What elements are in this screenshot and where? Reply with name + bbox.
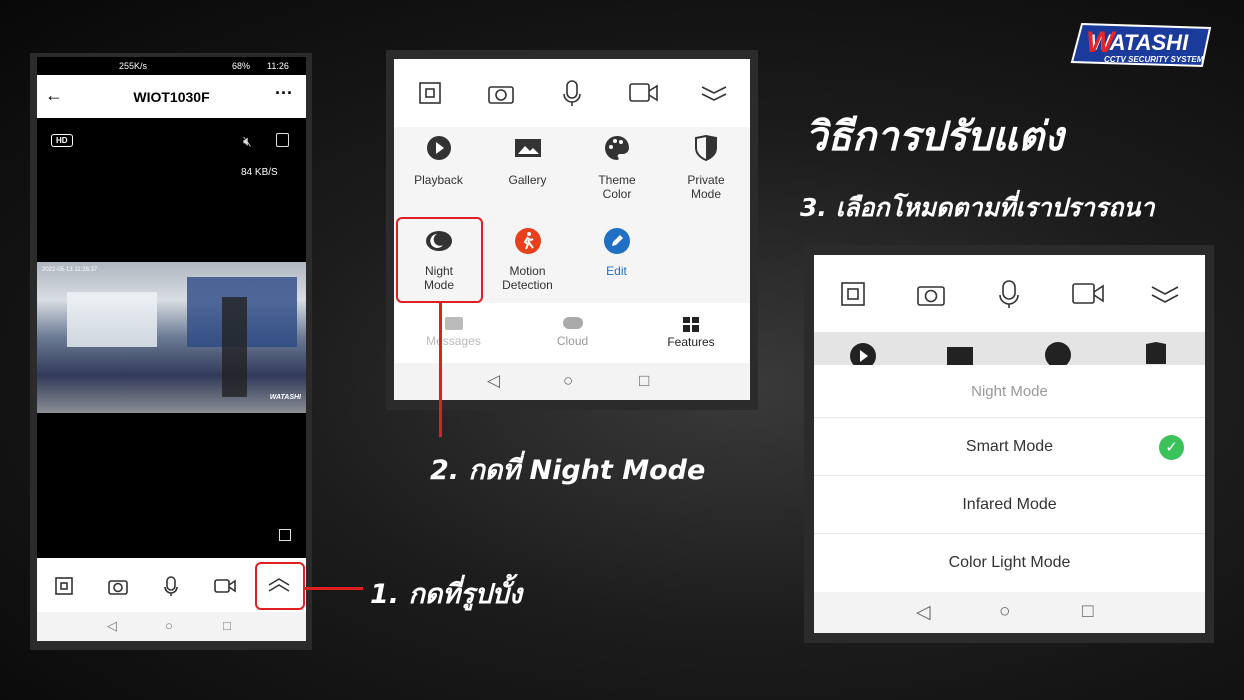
shield-icon [1146,342,1166,364]
night-mode-sheet-title: Night Mode [814,365,1205,418]
pencil-icon [603,228,630,254]
cloud-icon [562,317,583,329]
tab-cloud[interactable]: Cloud [513,317,632,348]
camera-icon[interactable] [916,281,946,307]
step3-caption: 3. เลือกโหมดตามที่เราปรารถนา [800,193,1155,222]
chevron-down-icon[interactable] [700,83,728,103]
image-icon [947,347,973,365]
nav-back-icon[interactable]: ◁ [916,601,931,624]
screenshot-icon[interactable] [279,529,291,541]
pointer-line-step2 [439,303,442,437]
menu-playback[interactable]: Playback [394,135,483,187]
network-speed: 255K/s [119,61,148,71]
status-bar: 255K/s 68% 11:26 [37,57,306,75]
layout-icon[interactable] [276,133,289,147]
video-record-icon[interactable] [1071,281,1105,307]
nav-home-icon[interactable]: ○ [563,371,573,391]
option-color-light-mode[interactable]: Color Light Mode [814,534,1205,592]
nav-back-icon[interactable]: ◁ [107,618,117,634]
microphone-icon[interactable] [163,575,179,597]
feature-toolbar [394,59,750,127]
play-icon [426,136,451,160]
bitrate-readout: 84 KB/S [241,167,278,178]
watashi-logo: WATASHI W CCTV SECURITY SYSTEM [1070,22,1215,68]
nav-back-icon[interactable]: ◁ [487,371,500,391]
pointer-line-step1 [305,587,363,590]
night-mode-screen: Night Mode Smart Mode ✓ Infared Mode Col… [814,255,1205,633]
nav-home-icon[interactable]: ○ [165,618,173,633]
feature-toolbar [814,255,1205,332]
android-nav-bar: ◁ ○ □ [394,363,750,400]
video-record-icon[interactable] [628,81,660,105]
nav-home-icon[interactable]: ○ [999,601,1010,623]
bottom-tabs: Messages Cloud Features [394,303,750,363]
option-infared-mode[interactable]: Infared Mode [814,476,1205,534]
video-watermark: WATASHI [269,394,301,401]
envelope-icon [444,317,463,330]
grid-icon [683,317,699,332]
svg-text:CCTV SECURITY SYSTEM: CCTV SECURITY SYSTEM [1104,55,1204,64]
phone-screen: 255K/s 68% 11:26 ← WIOT1030F ··· HD 🔇︎ 8… [37,57,306,641]
scan-icon[interactable] [418,81,442,105]
highlight-night-mode [396,217,483,303]
chevron-down-icon[interactable] [1150,283,1180,305]
page-title: วิธีการปรับแต่ง [805,114,1064,160]
menu-label: Playback [414,173,463,187]
image-icon [514,139,541,157]
android-nav-bar: ◁ ○ □ [814,592,1205,633]
camera-feed: 2022-05-13 11:26:37 WATASHI [37,262,306,413]
camera-icon[interactable] [487,81,515,105]
dimmed-menu-icons [814,332,1205,365]
nav-recents-icon[interactable]: □ [1082,601,1093,623]
option-smart-mode[interactable]: Smart Mode ✓ [814,418,1205,476]
tab-messages[interactable]: Messages [394,317,513,348]
step1-caption: 1. กดที่รูปบั้ง [370,579,523,610]
battery-level: 68% [232,61,251,71]
menu-theme-color[interactable]: Theme Color [572,135,661,201]
palette-icon [604,136,629,160]
app-header: ← WIOT1030F ··· [37,75,306,118]
step2-caption: 2. กดที่ Night Mode [430,455,706,486]
option-label: Infared Mode [962,496,1057,513]
scan-icon[interactable] [54,576,74,596]
play-icon [850,343,876,365]
walking-icon [514,228,541,254]
device-title: WIOT1030F [133,89,210,105]
microphone-icon[interactable] [998,279,1020,309]
shield-icon [694,135,717,161]
option-label: Color Light Mode [948,554,1071,571]
microphone-icon[interactable] [562,79,582,107]
camera-icon[interactable] [107,576,129,596]
menu-motion-detection[interactable]: Motion Detection [483,228,572,292]
menu-gallery[interactable]: Gallery [483,135,572,187]
menu-label: Theme Color [598,173,636,201]
clock: 11:26 [267,61,289,71]
nav-recents-icon[interactable]: □ [223,618,231,633]
menu-label: Private Mode [687,173,725,201]
nav-recents-icon[interactable]: □ [639,371,649,391]
menu-private-mode[interactable]: Private Mode [661,135,750,201]
option-label: Smart Mode [965,438,1054,455]
highlight-expand-button [255,562,305,610]
video-timestamp: 2022-05-13 11:26:37 [42,267,98,273]
video-record-icon[interactable] [213,577,237,595]
more-options-icon[interactable]: ··· [275,83,293,104]
android-nav-bar: ◁ ○ □ [37,612,306,641]
menu-label: Motion Detection [502,264,553,292]
tab-label: Cloud [556,334,589,348]
mute-icon[interactable]: 🔇︎ [243,133,252,150]
scan-icon[interactable] [840,281,866,307]
hd-badge[interactable]: HD [51,134,73,147]
menu-edit[interactable]: Edit [572,228,661,278]
menu-label: Gallery [508,173,547,187]
checkmark-icon: ✓ [1159,435,1184,460]
tab-features[interactable]: Features [632,317,750,349]
menu-label: Edit [606,264,627,278]
tab-label: Messages [426,334,481,348]
palette-icon [1045,342,1071,365]
tab-label: Features [667,335,715,349]
